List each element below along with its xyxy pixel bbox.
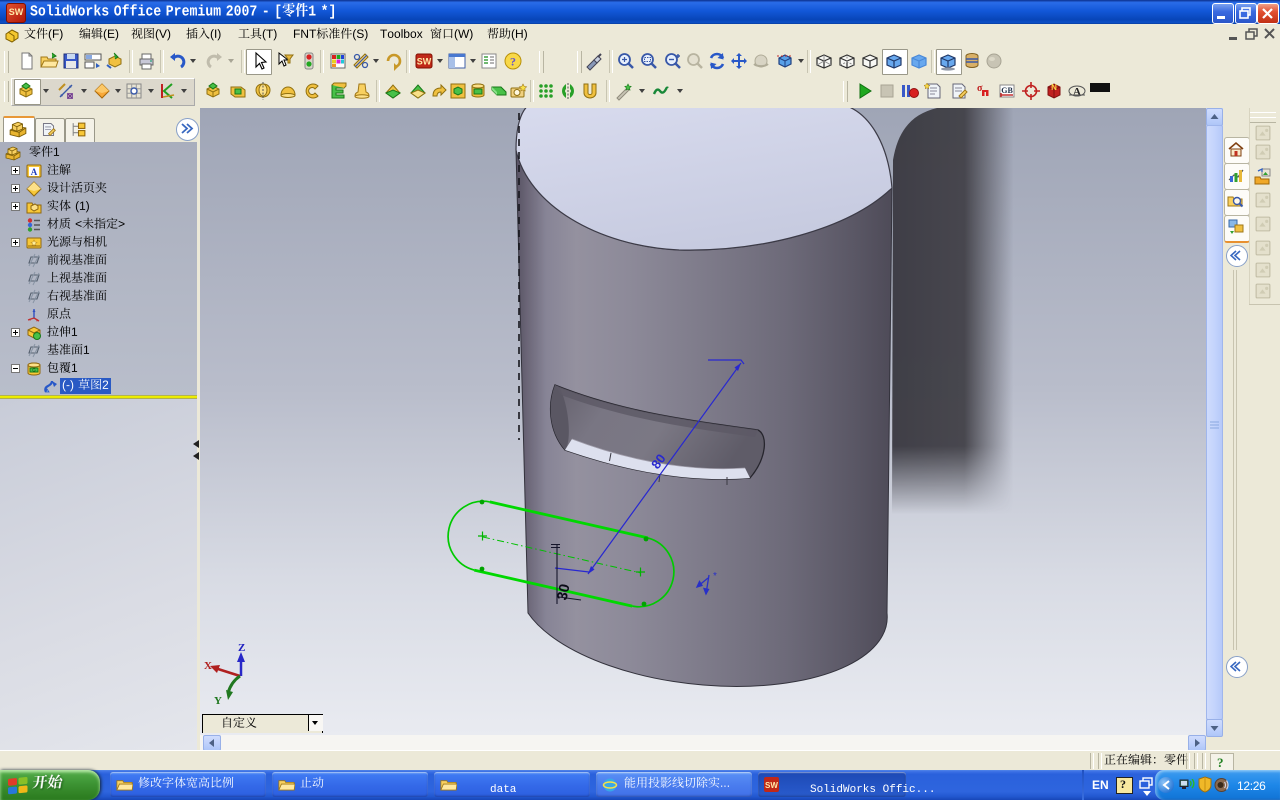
- svg-text:SW: SW: [765, 781, 778, 790]
- svg-text:?: ?: [510, 55, 516, 69]
- svg-text:X: X: [204, 660, 212, 672]
- svg-text:*: *: [713, 571, 717, 582]
- svg-text:A: A: [31, 167, 38, 177]
- svg-text:Z: Z: [238, 642, 245, 654]
- svg-text:SW: SW: [417, 57, 432, 67]
- svg-text:GB: GB: [1001, 86, 1013, 95]
- svg-text:N: N: [1051, 83, 1057, 92]
- svg-text:Y: Y: [214, 695, 222, 707]
- svg-text:30: 30: [555, 583, 574, 602]
- svg-text:G: G: [32, 368, 36, 373]
- svg-text:A: A: [1073, 86, 1081, 98]
